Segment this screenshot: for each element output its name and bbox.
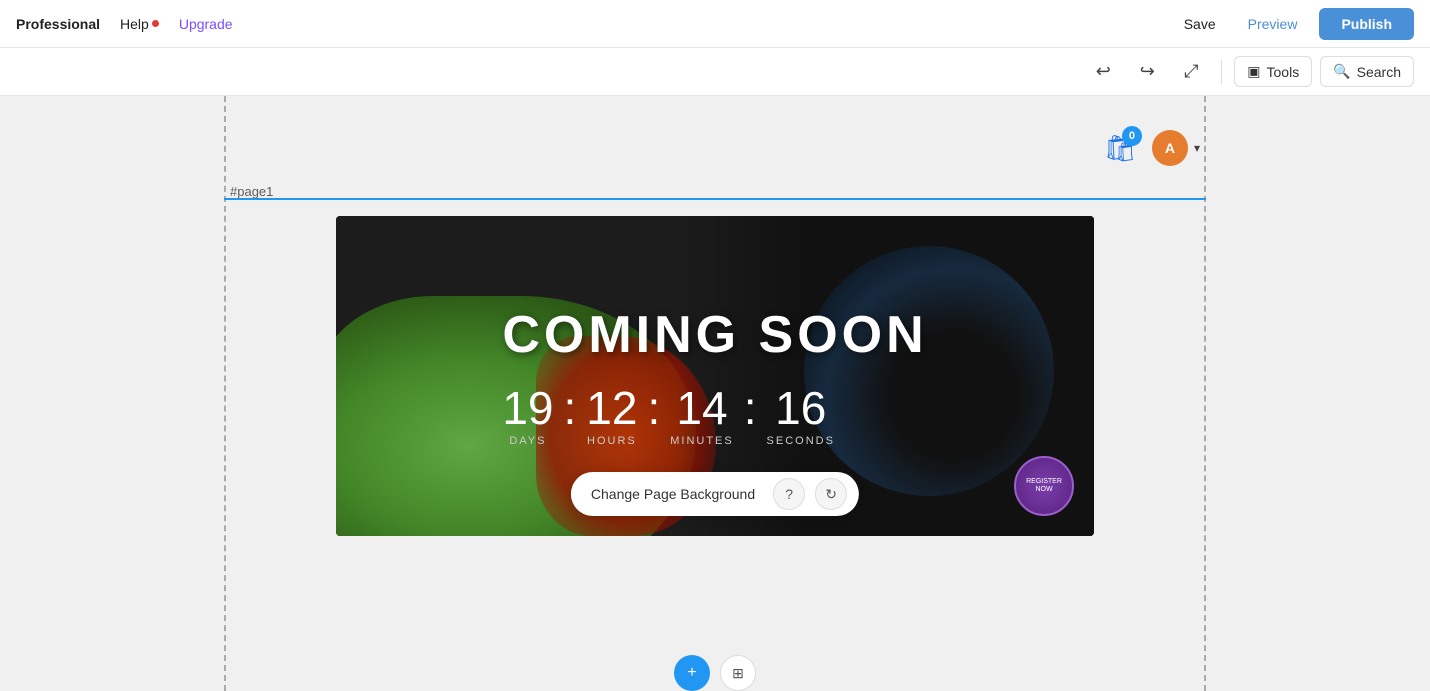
canvas-topright-widgets: 🛍 0 A ▾ xyxy=(1098,126,1200,170)
days-label: DAYS xyxy=(502,435,553,447)
banner-text-content: COMING SOON 19 DAYS : 12 HOURS : xyxy=(502,305,927,447)
hours-value: 12 xyxy=(586,385,637,431)
content-block: COMING SOON 19 DAYS : 12 HOURS : xyxy=(336,216,1094,536)
change-background-button[interactable]: Change Page Background xyxy=(583,482,763,506)
top-navbar: Professional Help Upgrade Save Preview P… xyxy=(0,0,1430,48)
preview-button[interactable]: Preview xyxy=(1238,10,1308,38)
separator-3: : xyxy=(744,385,757,431)
page-label: #page1 xyxy=(230,184,273,199)
selection-bar xyxy=(224,198,1206,200)
tools-icon: ▣ xyxy=(1247,63,1260,80)
upgrade-button[interactable]: Upgrade xyxy=(179,16,233,32)
help-button[interactable]: Help xyxy=(120,16,159,32)
seconds-unit: 16 SECONDS xyxy=(767,385,835,447)
undo-icon: ↩ xyxy=(1096,61,1111,82)
hours-label: HOURS xyxy=(586,435,637,447)
register-badge[interactable]: REGISTER NOW xyxy=(1014,456,1074,516)
tools-button[interactable]: ▣ Tools xyxy=(1234,56,1312,87)
search-button[interactable]: 🔍 Search xyxy=(1320,56,1414,87)
question-icon: ? xyxy=(785,486,793,502)
secondary-toolbar: ↩ ↪ ⤢ ▣ Tools 🔍 Search xyxy=(0,48,1430,96)
help-icon-button[interactable]: ? xyxy=(773,478,805,510)
brand-label: Professional xyxy=(16,16,100,32)
add-section-button[interactable]: + xyxy=(674,655,710,691)
nav-left: Professional Help Upgrade xyxy=(16,16,233,32)
main-canvas-area: #page1 🛍 0 A ▾ COMING SOON xyxy=(0,96,1430,691)
publish-button[interactable]: Publish xyxy=(1319,8,1414,40)
grid-button[interactable]: ⊞ xyxy=(720,655,756,691)
seconds-label: SECONDS xyxy=(767,435,835,447)
canvas-left-border xyxy=(224,96,226,691)
avatar-chevron-icon: ▾ xyxy=(1194,141,1200,155)
minutes-unit: 14 MINUTES xyxy=(670,385,734,447)
save-button[interactable]: Save xyxy=(1174,10,1226,38)
countdown-display: 19 DAYS : 12 HOURS : 14 MINUTES xyxy=(502,385,927,447)
coming-soon-title: COMING SOON xyxy=(502,305,927,365)
separator-2: : xyxy=(647,385,660,431)
seconds-value: 16 xyxy=(767,385,835,431)
help-notification-dot xyxy=(152,20,159,27)
bottom-row-buttons: + ⊞ xyxy=(674,655,756,691)
refresh-icon: ↻ xyxy=(825,486,837,503)
register-badge-text: REGISTER NOW xyxy=(1024,478,1064,495)
search-icon: 🔍 xyxy=(1333,63,1350,80)
cart-widget[interactable]: 🛍 0 xyxy=(1098,126,1142,170)
canvas-right-border xyxy=(1204,96,1206,691)
compress-icon: ⤢ xyxy=(1184,61,1198,82)
canvas[interactable]: #page1 🛍 0 A ▾ COMING SOON xyxy=(0,96,1430,691)
redo-button[interactable]: ↪ xyxy=(1129,54,1165,90)
minutes-label: MINUTES xyxy=(670,435,734,447)
days-value: 19 xyxy=(502,385,553,431)
separator-1: : xyxy=(564,385,577,431)
bottom-toolbar: Change Page Background ? ↻ xyxy=(571,472,859,516)
compress-button[interactable]: ⤢ xyxy=(1173,54,1209,90)
user-avatar[interactable]: A xyxy=(1152,130,1188,166)
grid-icon: ⊞ xyxy=(732,665,744,682)
days-unit: 19 DAYS xyxy=(502,385,553,447)
nav-right: Save Preview Publish xyxy=(1174,8,1414,40)
undo-button[interactable]: ↩ xyxy=(1085,54,1121,90)
refresh-icon-button[interactable]: ↻ xyxy=(815,478,847,510)
redo-icon: ↪ xyxy=(1140,61,1155,82)
hours-unit: 12 HOURS xyxy=(586,385,637,447)
toolbar-divider xyxy=(1221,60,1222,84)
minutes-value: 14 xyxy=(670,385,734,431)
plus-icon: + xyxy=(687,664,696,682)
cart-badge: 0 xyxy=(1122,126,1142,146)
